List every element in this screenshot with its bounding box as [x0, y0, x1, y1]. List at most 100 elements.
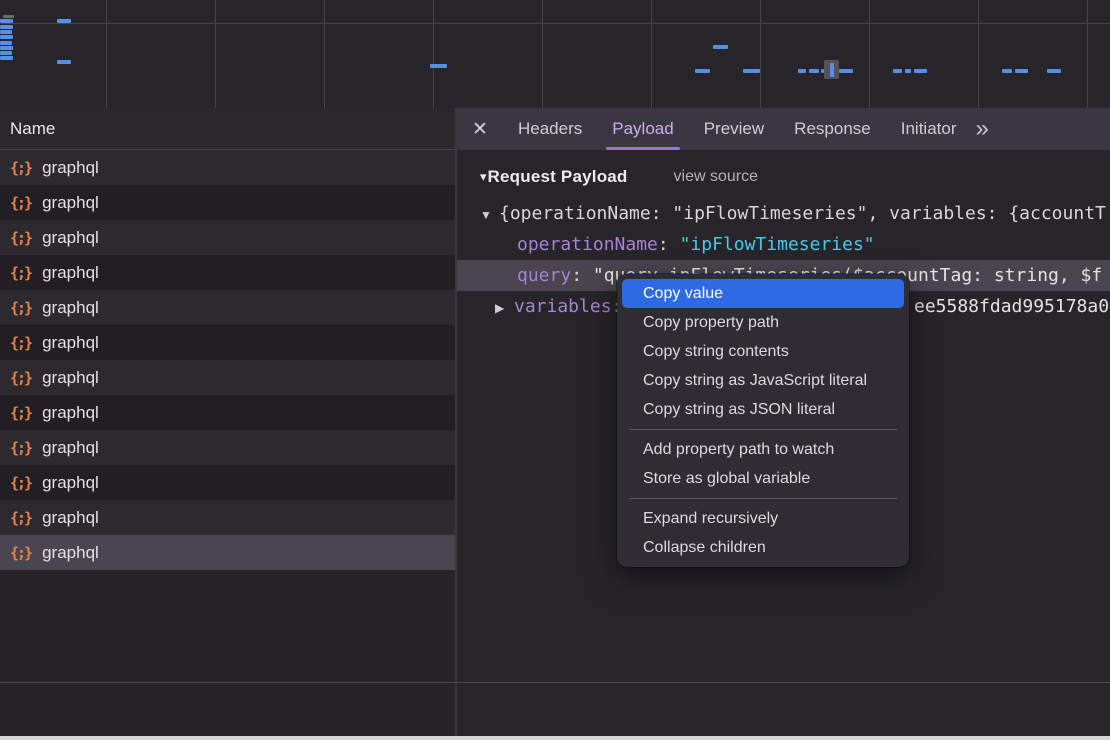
name-column-header[interactable]: Name	[0, 108, 455, 150]
request-name-label: graphql	[42, 228, 99, 248]
section-disclosure-triangle-icon[interactable]: ▾	[480, 169, 487, 185]
menu-separator	[629, 498, 897, 499]
payload-tree-row[interactable]: operationName: "ipFlowTimeseries"	[457, 229, 1110, 260]
request-row[interactable]: {;}graphql	[0, 360, 455, 395]
request-row[interactable]: {;} graphql	[0, 430, 455, 465]
payload-tree-row[interactable]: ▼{operationName: "ipFlowTimeseries", var…	[457, 198, 1110, 229]
menu-item-copy-string-as-json-literal[interactable]: Copy string as JSON literal	[622, 395, 904, 424]
waterfall-bar	[3, 15, 14, 18]
menu-item-store-as-global-variable[interactable]: Store as global variable	[622, 464, 904, 493]
request-name-label: graphql	[42, 333, 99, 353]
overview-gridline	[433, 0, 434, 108]
json-request-icon: {;}	[10, 334, 33, 352]
property-value: :	[658, 234, 680, 255]
waterfall-bar	[914, 69, 927, 73]
menu-item-expand-recursively[interactable]: Expand recursively	[622, 504, 904, 533]
overview-gridline	[106, 0, 107, 108]
waterfall-bar	[1002, 69, 1012, 73]
request-row[interactable]: {;} graphql	[0, 325, 455, 360]
summary-bar-divider	[0, 682, 1110, 683]
waterfall-bar	[1015, 69, 1028, 73]
disclosure-triangle-icon[interactable]: ▶	[495, 293, 514, 322]
json-request-icon: {;}	[10, 194, 33, 212]
waterfall-bar	[798, 69, 806, 73]
waterfall-bar	[0, 19, 13, 23]
waterfall-bar	[809, 69, 819, 73]
request-list: {;} graphql {;} graphql {;} graphql {;} graphql…	[0, 150, 455, 570]
waterfall-bar	[0, 25, 13, 29]
section-title: Request Payload	[488, 167, 628, 187]
close-icon[interactable]: ✕	[457, 118, 503, 141]
waterfall-bar	[905, 69, 911, 73]
tab-initiator[interactable]: Initiator	[886, 108, 972, 150]
property-value: "ipFlowTimeseries"	[680, 234, 875, 255]
tab-payload[interactable]: Payload	[597, 108, 688, 150]
request-name-label: graphql	[42, 403, 99, 423]
waterfall-bar	[1047, 69, 1061, 73]
overview-gridline	[978, 0, 979, 108]
request-row[interactable]: {;}graphql	[0, 185, 455, 220]
request-name-label: graphql	[42, 543, 99, 563]
waterfall-bar	[743, 69, 760, 73]
devtools-network-panel: Name {;}graphql{;}graphql{;}graphql{;}gr…	[0, 0, 1110, 740]
property-key: operationName	[517, 234, 658, 255]
request-row[interactable]: {;} graphql	[0, 255, 455, 290]
property-key: query	[517, 265, 571, 286]
json-request-icon: {;}	[10, 264, 33, 282]
request-row[interactable]: {;} graphql	[0, 220, 455, 255]
overview-divider-line	[0, 23, 1110, 24]
property-value-fragment: ee5588fdad995178a0	[914, 291, 1109, 322]
detail-tabbar: ✕ HeadersPayloadPreviewResponseInitiator…	[457, 108, 1110, 150]
menu-item-copy-value[interactable]: Copy value	[622, 279, 904, 308]
waterfall-bar	[0, 30, 12, 34]
disclosure-triangle-icon[interactable]: ▼	[480, 200, 499, 229]
requests-pane: Name {;}graphql{;}graphql{;}graphql{;}gr…	[0, 108, 455, 740]
json-request-icon: {;}	[10, 439, 33, 457]
property-value: :	[571, 265, 593, 286]
more-tabs-icon[interactable]: »	[975, 117, 988, 141]
request-row[interactable]: {;}graphql	[0, 500, 455, 535]
overview-gridline	[760, 0, 761, 108]
overview-gridline	[869, 0, 870, 108]
json-request-icon: {;}	[10, 544, 33, 562]
waterfall-bar	[430, 64, 447, 68]
overview-gridline	[542, 0, 543, 108]
name-column-label: Name	[10, 119, 55, 139]
request-name-label: graphql	[42, 263, 99, 283]
request-row[interactable]: {;}graphql	[0, 150, 455, 185]
waterfall-bar	[893, 69, 902, 73]
json-request-icon: {;}	[10, 229, 33, 247]
waterfall-bar	[0, 46, 13, 50]
request-name-label: graphql	[42, 368, 99, 388]
request-row[interactable]: {;} graphql	[0, 290, 455, 325]
context-menu: Copy valueCopy property pathCopy string …	[617, 274, 909, 567]
waterfall-bar	[830, 63, 834, 77]
request-row[interactable]: {;} graphql	[0, 535, 455, 570]
view-source-link[interactable]: view source	[674, 168, 758, 186]
menu-item-collapse-children[interactable]: Collapse children	[622, 533, 904, 562]
request-row[interactable]: {;}graphql	[0, 395, 455, 430]
waterfall-bar	[695, 69, 710, 73]
json-request-icon: {;}	[10, 474, 33, 492]
tab-headers[interactable]: Headers	[503, 108, 597, 150]
menu-item-add-property-path-to-watch[interactable]: Add property path to watch	[622, 435, 904, 464]
window-bottom-edge	[0, 736, 1110, 740]
waterfall-bar	[713, 45, 728, 49]
tab-response[interactable]: Response	[779, 108, 886, 150]
tab-preview[interactable]: Preview	[689, 108, 779, 150]
waterfall-bar	[839, 69, 853, 73]
network-overview-timeline[interactable]	[0, 0, 1110, 108]
json-request-icon: {;}	[10, 509, 33, 527]
menu-separator	[629, 429, 897, 430]
json-request-icon: {;}	[10, 299, 33, 317]
menu-item-copy-property-path[interactable]: Copy property path	[622, 308, 904, 337]
request-name-label: graphql	[42, 298, 99, 318]
request-row[interactable]: {;}graphql	[0, 465, 455, 500]
property-value: {operationName: "ipFlowTimeseries", vari…	[499, 203, 1106, 224]
overview-gridline	[651, 0, 652, 108]
menu-item-copy-string-contents[interactable]: Copy string contents	[622, 337, 904, 366]
waterfall-bar	[57, 19, 71, 23]
menu-item-copy-string-as-javascript-literal[interactable]: Copy string as JavaScript literal	[622, 366, 904, 395]
waterfall-bar	[0, 51, 12, 55]
request-name-label: graphql	[42, 438, 99, 458]
